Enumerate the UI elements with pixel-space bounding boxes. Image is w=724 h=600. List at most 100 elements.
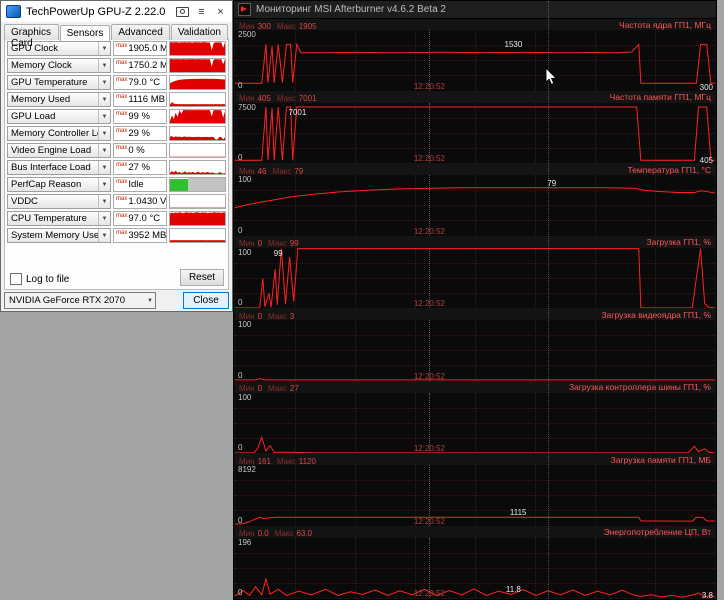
sensor-row: GPU Clock▼max1905.0 MHz: [7, 41, 226, 56]
sensor-value: max 29 %: [113, 126, 167, 141]
tab-graphics-card[interactable]: Graphics Card: [4, 24, 59, 49]
axis-max-label: 100: [238, 320, 252, 329]
sensor-label: Video Engine Load: [11, 145, 92, 156]
panel-header: Мин 46 Макс 79 Температура ГП1, °C: [234, 164, 716, 176]
sensor-value-text: 1.0430 V: [128, 196, 167, 207]
sensor-value: max 27 %: [113, 160, 167, 175]
sensor-graph: [169, 126, 226, 141]
sensor-value-text: 79.0 °C: [128, 77, 161, 88]
sensor-row: GPU Temperature ▼ max 79.0 °C: [7, 75, 226, 90]
graph-line: [235, 320, 715, 381]
axis-max-label: 196: [238, 537, 252, 547]
sensor-row: Bus Interface Load ▼ max 27 %: [7, 160, 226, 175]
panel-header: Мин 0.0 Макс 63.0 Энергопотребление ЦП, Вт: [234, 527, 716, 538]
chevron-down-icon: ▼: [98, 42, 110, 55]
sensor-value: max 99 %: [113, 109, 167, 124]
monitor-graph: 2500 0 12:20:52 1530 300: [235, 30, 715, 91]
current-value-label: 405: [699, 155, 713, 163]
sensor-value-tag: max: [116, 43, 128, 49]
sensor-select-gpu-load[interactable]: GPU Load ▼: [7, 109, 111, 124]
axis-zero-label: 0: [238, 225, 243, 235]
axis-zero-label: 0: [238, 515, 243, 525]
monitor-graph: 100 0 12:20:52: [235, 320, 715, 381]
sensor-value: max 97.0 °C: [113, 211, 167, 226]
sensor-graph: [169, 160, 226, 175]
gpuz-window-title: TechPowerUp GPU-Z 2.22.0: [26, 5, 166, 18]
sensor-history-graph: [170, 212, 225, 225]
sensor-history-graph: [170, 78, 225, 89]
log-to-file[interactable]: Log to file: [10, 273, 69, 285]
sensor-row: CPU Temperature ▼ max 97.0 °C: [7, 211, 226, 226]
sensor-select-cpu-temperature[interactable]: CPU Temperature ▼: [7, 211, 111, 226]
value-label: 99: [273, 248, 283, 258]
chevron-down-icon: ▼: [98, 93, 110, 106]
panel-title: Загрузка видеоядра ГП1, %: [601, 309, 711, 320]
axis-max-label: 100: [238, 247, 252, 257]
chevron-down-icon: ▼: [98, 59, 110, 72]
close-button[interactable]: Close: [183, 292, 229, 309]
tab-advanced[interactable]: Advanced: [111, 24, 170, 40]
sensor-history-graph: [170, 240, 225, 242]
sensor-value: max Idle: [113, 177, 167, 192]
sensor-select-memory-controller-load[interactable]: Memory Controller Load▼: [7, 126, 111, 141]
panel-title: Энергопотребление ЦП, Вт: [603, 527, 711, 537]
sensor-value-tag: max: [116, 145, 128, 151]
sensor-graph: [169, 177, 226, 192]
monitor-graph: 8192 0 12:20:52 1115: [235, 465, 715, 526]
value-label: 79: [547, 178, 557, 188]
panel-title: Загрузка памяти ГП1, МБ: [610, 454, 711, 465]
sensor-row: Memory Controller Load▼max29 %: [7, 126, 226, 141]
axis-zero-label: 0: [238, 298, 243, 307]
sensor-history-graph: [170, 110, 225, 123]
chevron-down-icon: ▼: [147, 297, 153, 304]
sensor-history-graph: [170, 42, 225, 55]
tab-validation[interactable]: Validation: [170, 24, 228, 40]
graph-line: [235, 465, 715, 526]
monitor-panel-6: Мин 0 Макс 27 Загрузка контроллера шины ГП1,…: [234, 382, 716, 455]
sensor-select-vddc[interactable]: VDDC ▼: [7, 194, 111, 209]
time-label: 12:20:52: [413, 154, 445, 163]
sensor-label: GPU Load: [11, 111, 56, 122]
afterburner-app-icon: [238, 3, 251, 16]
sensor-graph: [169, 58, 226, 73]
axis-max-label: 8192: [238, 465, 256, 474]
sensor-select-video-engine-load[interactable]: Video Engine Load ▼: [7, 143, 111, 158]
reset-button[interactable]: Reset: [180, 269, 224, 286]
sensor-graph: [169, 75, 226, 90]
sensor-select-bus-interface-load[interactable]: Bus Interface Load ▼: [7, 160, 111, 175]
sensor-label: VDDC: [11, 196, 38, 207]
sensor-select-memory-clock[interactable]: Memory Clock ▼: [7, 58, 111, 73]
sensor-row: System Memory Used ▼ max 3952 MB: [7, 228, 226, 243]
tab-sensors[interactable]: Sensors: [59, 25, 111, 41]
monitor-panel-1: Мин 300 Макс 1905 Частота ядра ГП1, МГц 2500 0…: [234, 19, 716, 92]
log-to-file-checkbox[interactable]: [10, 273, 22, 285]
gpuz-titlebar[interactable]: TechPowerUp GPU-Z 2.22.0 ≡ ×: [1, 1, 232, 22]
sensor-graph: [169, 109, 226, 124]
value-label: 1115: [509, 508, 527, 518]
sensor-label: Memory Controller Load: [11, 128, 98, 139]
panel-title: Загрузка контроллера шины ГП1, %: [568, 382, 711, 392]
sensor-select-memory-used[interactable]: Memory Used ▼: [7, 92, 111, 107]
close-icon[interactable]: ×: [211, 3, 230, 20]
menu-icon[interactable]: ≡: [192, 3, 211, 20]
sensor-history-graph: [170, 59, 225, 72]
axis-max-label: 100: [238, 175, 252, 184]
sensor-value: max1750.2 MHz: [113, 58, 167, 73]
sensor-row: GPU Load ▼ max 99 %: [7, 109, 226, 124]
monitor-graph: 100 0 12:20:52: [235, 392, 715, 453]
device-select[interactable]: NVIDIA GeForce RTX 2070 ▼: [4, 292, 156, 309]
panel-title: Частота ядра ГП1, МГц: [619, 19, 711, 30]
sensor-select-perfcap-reason[interactable]: PerfCap Reason ▼: [7, 177, 111, 192]
chevron-down-icon: ▼: [98, 212, 110, 225]
sensor-label: Bus Interface Load: [11, 162, 91, 173]
afterburner-window: Мониторинг MSI Afterburner v4.6.2 Beta 2…: [233, 0, 717, 600]
sensor-select-system-memory-used[interactable]: System Memory Used ▼: [7, 228, 111, 243]
panel-title: Температура ГП1, °C: [627, 164, 711, 175]
sensor-value-text: 1116 MB: [128, 94, 165, 105]
sensor-value: max 0 %: [113, 143, 167, 158]
sensor-select-gpu-temperature[interactable]: GPU Temperature ▼: [7, 75, 111, 90]
camera-icon[interactable]: [173, 3, 192, 20]
sensor-graph: [169, 41, 226, 56]
log-to-file-label: Log to file: [26, 273, 70, 285]
axis-zero-label: 0: [238, 443, 243, 452]
